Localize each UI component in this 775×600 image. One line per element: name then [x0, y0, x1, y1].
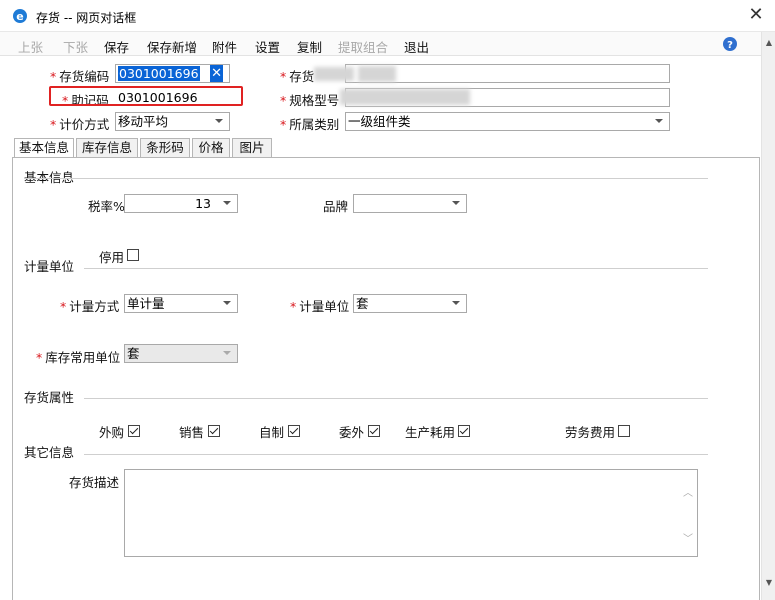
tax-rate-select[interactable]: 13 [124, 194, 238, 213]
description-textarea[interactable]: ︿ ﹀ [124, 469, 698, 557]
extract-combo-button[interactable]: 提取组合 [338, 37, 388, 56]
chevron-down-icon [223, 301, 231, 305]
section-unit-title: 计量单位 [24, 259, 75, 274]
brand-label: 品牌 [323, 199, 349, 214]
unit-select[interactable]: 套 [353, 294, 467, 313]
chevron-down-icon [223, 351, 231, 355]
stock-unit-select[interactable]: 套 [124, 344, 238, 363]
dialog-content: * 存货编码 0301001696 ✕ * 存货 * 助记码 0301001696 *… [0, 57, 761, 600]
section-divider [84, 454, 708, 455]
unit-mode-label: * 计量方式 [60, 299, 120, 314]
title-bar: e 存货 -- 网页对话框 ✕ [0, 0, 775, 32]
section-divider [84, 268, 708, 269]
save-button[interactable]: 保存 [104, 37, 129, 56]
chevron-down-icon [452, 201, 460, 205]
chevron-down-icon [452, 301, 460, 305]
stock-unit-label: * 库存常用单位 [36, 350, 121, 365]
chevron-down-icon [655, 119, 663, 123]
tab-image[interactable]: 图片 [232, 138, 272, 158]
description-label: 存货描述 [69, 475, 120, 490]
chevron-down-icon [215, 119, 223, 123]
attr-labor-checkbox[interactable] [618, 425, 630, 437]
valuation-label: * 计价方式 [50, 117, 110, 132]
attr-labor-label: 劳务费用 [565, 425, 616, 440]
toolbar: 上张 下张 保存 保存新增 附件 设置 复制 提取组合 退出 ? [0, 32, 761, 56]
section-divider [24, 178, 708, 179]
section-other-title: 其它信息 [24, 445, 75, 460]
spec-label: * 规格型号 [280, 93, 340, 108]
tab-stock-info[interactable]: 库存信息 [76, 138, 138, 158]
tab-barcode[interactable]: 条形码 [140, 138, 190, 158]
attr-purchase-checkbox[interactable] [128, 425, 140, 437]
valuation-select[interactable]: 移动平均 [115, 112, 230, 131]
settings-button[interactable]: 设置 [255, 37, 280, 56]
unit-mode-select[interactable]: 单计量 [124, 294, 238, 313]
disabled-checkbox[interactable] [127, 249, 139, 261]
section-basic-title: 基本信息 [24, 170, 75, 185]
attachment-button[interactable]: 附件 [212, 37, 237, 56]
svg-text:?: ? [727, 40, 733, 51]
attr-outsource-checkbox[interactable] [368, 425, 380, 437]
next-button[interactable]: 下张 [63, 37, 88, 56]
redacted-blur [314, 67, 354, 81]
textarea-scroll-up-icon[interactable]: ︿ [683, 484, 693, 499]
exit-button[interactable]: 退出 [404, 37, 429, 56]
copy-button[interactable]: 复制 [297, 37, 322, 56]
inventory-code-label: * 存货编码 [50, 69, 110, 84]
category-select[interactable]: 一级组件类 [345, 112, 670, 131]
redacted-blur [358, 66, 396, 82]
tab-price[interactable]: 价格 [192, 138, 230, 158]
window-scrollbar[interactable]: ▲ ▼ [761, 32, 775, 600]
window-title: 存货 -- 网页对话框 [36, 11, 137, 25]
attr-self-made-checkbox[interactable] [288, 425, 300, 437]
attr-outsource-label: 委外 [339, 425, 365, 440]
tax-rate-label: 税率% [88, 199, 125, 214]
scroll-down-icon[interactable]: ▼ [764, 578, 774, 588]
redacted-blur [340, 89, 470, 105]
attr-sales-label: 销售 [179, 425, 205, 440]
close-icon[interactable]: ✕ [745, 4, 767, 26]
highlight-box [49, 86, 243, 106]
disabled-label: 停用 [99, 250, 125, 265]
clear-icon[interactable]: ✕ [210, 65, 223, 82]
help-icon[interactable]: ? [722, 36, 738, 52]
prev-button[interactable]: 上张 [18, 37, 43, 56]
brand-select[interactable] [353, 194, 467, 213]
category-label: * 所属类别 [280, 117, 340, 132]
section-divider [84, 398, 708, 399]
unit-label: * 计量单位 [290, 299, 350, 314]
attr-purchase-label: 外购 [99, 425, 125, 440]
ie-app-icon: e [13, 9, 27, 23]
inventory-code-input[interactable]: 0301001696 ✕ [115, 64, 230, 83]
attr-production-label: 生产耗用 [405, 425, 456, 440]
scroll-up-icon[interactable]: ▲ [764, 38, 774, 48]
attr-self-made-label: 自制 [259, 425, 285, 440]
section-attributes-title: 存货属性 [24, 390, 75, 405]
attr-sales-checkbox[interactable] [208, 425, 220, 437]
chevron-down-icon [223, 201, 231, 205]
inventory-label: * 存货 [280, 69, 315, 84]
save-new-button[interactable]: 保存新增 [147, 37, 197, 56]
tab-basic-info[interactable]: 基本信息 [14, 138, 74, 159]
textarea-scroll-down-icon[interactable]: ﹀ [683, 530, 693, 545]
attr-production-checkbox[interactable] [458, 425, 470, 437]
svg-text:e: e [16, 10, 23, 23]
